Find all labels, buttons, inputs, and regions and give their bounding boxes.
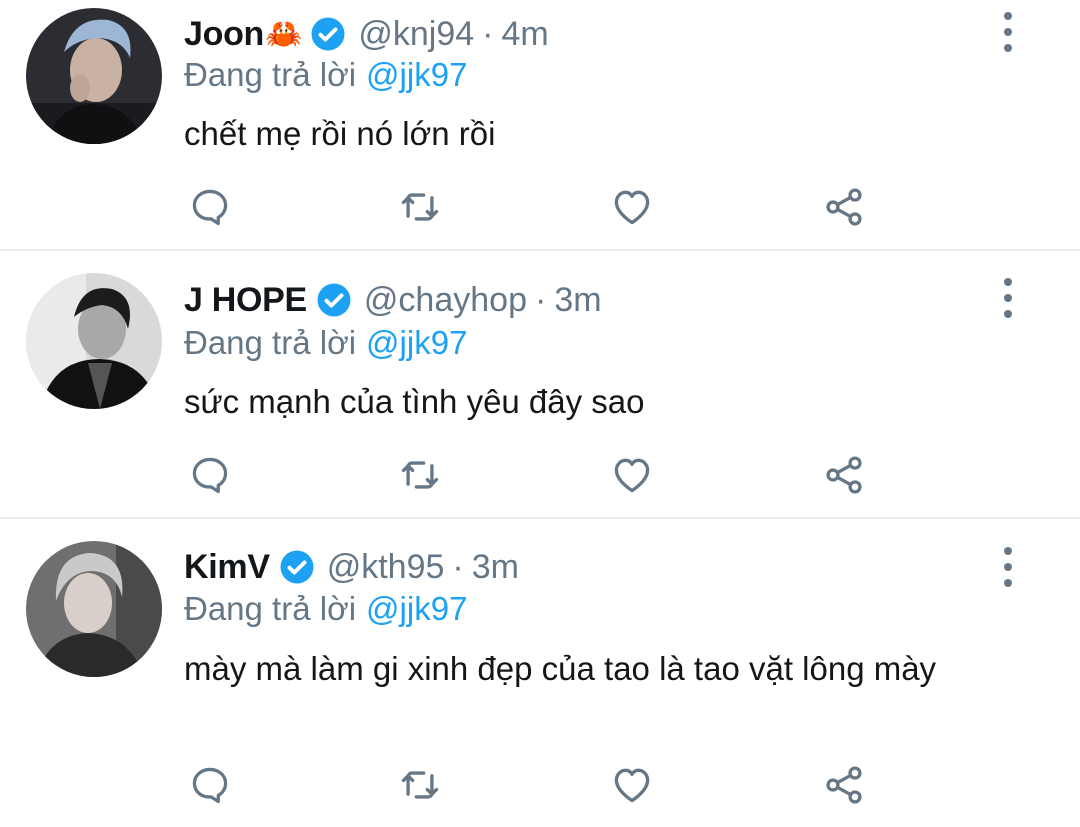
separator-dot: · (482, 14, 494, 53)
reply-button[interactable] (186, 761, 234, 809)
verified-badge-icon (310, 16, 346, 52)
tweet-actions (184, 451, 884, 499)
replying-to: Đang trả lời @jjk97 (184, 56, 467, 94)
tweet-header: J HOPE @chayhop · 3m (184, 278, 602, 322)
verified-badge-icon (316, 282, 352, 318)
like-button[interactable] (608, 451, 656, 499)
reply-button[interactable] (186, 451, 234, 499)
avatar[interactable] (26, 541, 162, 677)
reply-button[interactable] (186, 183, 234, 231)
user-handle[interactable]: @knj94 (358, 15, 474, 54)
tweet-actions (184, 183, 884, 231)
reply-mention-link[interactable]: @jjk97 (366, 590, 467, 627)
retweet-icon (401, 193, 439, 221)
tweet-text: mày mà làm gi xinh đẹp của tao là tao vặ… (184, 650, 937, 687)
tweet-header: Joon 🦀 @knj94 · 4m (184, 12, 549, 56)
reply-mention-link[interactable]: @jjk97 (366, 324, 467, 361)
retweet-icon (401, 771, 439, 799)
replying-to: Đang trả lời @jjk97 (184, 590, 467, 628)
reply-icon (192, 767, 228, 804)
share-button[interactable] (820, 761, 868, 809)
reply-icon (192, 457, 228, 494)
heart-icon (614, 768, 650, 803)
tweet-text: chết mẹ rồi nó lớn rồi (184, 115, 496, 152)
reply-mention-link[interactable]: @jjk97 (366, 56, 467, 93)
heart-icon (614, 190, 650, 225)
avatar-photo-jhope (26, 273, 162, 409)
tweet-header: KimV @kth95 · 3m (184, 545, 519, 589)
retweet-button[interactable] (396, 183, 444, 231)
retweet-button[interactable] (396, 451, 444, 499)
more-options-icon[interactable] (996, 547, 1020, 587)
tweet-actions (184, 761, 884, 809)
avatar-photo-joon (26, 8, 162, 144)
share-icon (826, 456, 862, 494)
avatar[interactable] (26, 8, 162, 144)
share-button[interactable] (820, 451, 868, 499)
display-name[interactable]: J HOPE (184, 281, 307, 320)
separator-dot: · (452, 547, 464, 586)
more-options-icon[interactable] (996, 278, 1020, 318)
tweet-1[interactable]: Joon 🦀 @knj94 · 4m Đang trả lời @jjk97 ch… (0, 0, 1080, 250)
like-button[interactable] (608, 761, 656, 809)
tweet-2[interactable]: J HOPE @chayhop · 3m Đang trả lời @jjk97 … (0, 251, 1080, 518)
more-options-icon[interactable] (996, 12, 1020, 52)
display-name[interactable]: Joon (184, 15, 264, 54)
retweet-icon (401, 461, 439, 489)
avatar[interactable] (26, 273, 162, 409)
replying-label: Đang trả lời (184, 590, 357, 627)
replying-label: Đang trả lời (184, 56, 357, 93)
retweet-button[interactable] (396, 761, 444, 809)
timestamp[interactable]: 3m (554, 281, 601, 320)
verified-badge-icon (279, 549, 315, 585)
replying-label: Đang trả lời (184, 324, 357, 361)
user-handle[interactable]: @chayhop (364, 281, 527, 320)
tweet-text: sức mạnh của tình yêu đây sao (184, 383, 645, 420)
like-button[interactable] (608, 183, 656, 231)
replying-to: Đang trả lời @jjk97 (184, 324, 467, 362)
avatar-photo-kimv (26, 541, 162, 677)
share-icon (826, 766, 862, 804)
timestamp[interactable]: 3m (472, 548, 519, 587)
separator-dot: · (534, 280, 547, 319)
user-handle[interactable]: @kth95 (327, 548, 445, 587)
reply-icon (192, 189, 228, 226)
display-name[interactable]: KimV (184, 548, 270, 587)
heart-icon (614, 458, 650, 493)
timestamp[interactable]: 4m (502, 15, 549, 54)
share-button[interactable] (820, 183, 868, 231)
share-icon (826, 188, 862, 226)
tweet-3[interactable]: KimV @kth95 · 3m Đang trả lời @jjk97 mày … (0, 519, 1080, 827)
crab-emoji: 🦀 (265, 17, 303, 51)
